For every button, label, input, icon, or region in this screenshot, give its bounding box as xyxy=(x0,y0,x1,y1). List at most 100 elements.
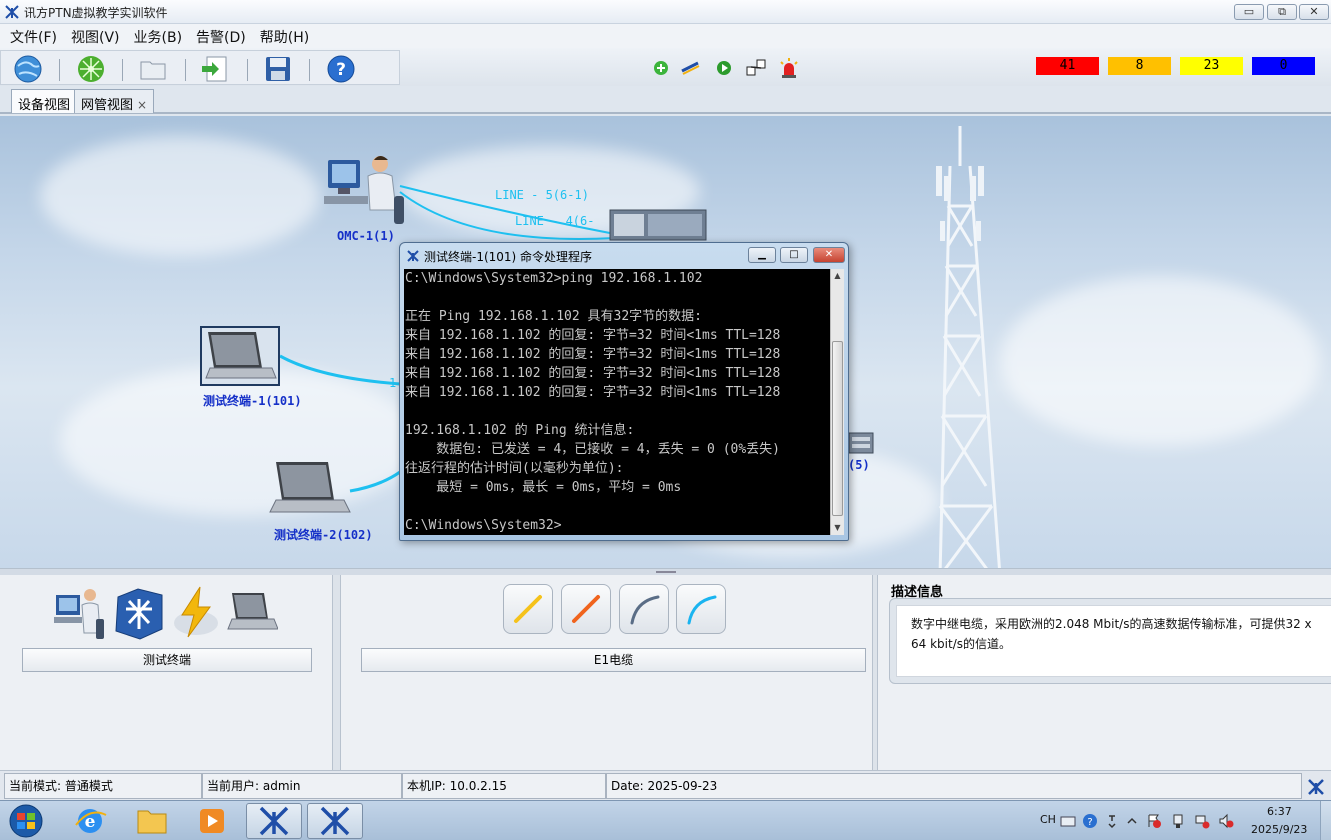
status-date: Date: 2025-09-23 xyxy=(606,773,1302,799)
panel-divider[interactable] xyxy=(872,575,878,770)
cmd-maximize-button[interactable]: □ xyxy=(780,247,808,263)
play-icon[interactable] xyxy=(713,57,735,79)
toolbar-main-group: ? xyxy=(0,50,400,85)
test-terminal-icon[interactable] xyxy=(226,591,278,635)
taskbar-ptn-app-2[interactable] xyxy=(307,803,363,839)
menu-bar: 文件(F) 视图(V) 业务(B) 告警(D) 帮助(H) xyxy=(0,24,1331,48)
export-icon[interactable] xyxy=(200,54,230,84)
console-line: C:\Windows\System32> xyxy=(405,518,562,533)
add-icon[interactable] xyxy=(650,57,672,79)
title-bar: 讯方PTN虚拟教学实训软件 ▭ ⧉ ✕ xyxy=(0,0,1331,24)
cable-icon xyxy=(630,595,660,625)
tab-device-view[interactable]: 设备视图 xyxy=(11,89,78,113)
ptn-device-icon[interactable] xyxy=(608,208,708,242)
globe-icon[interactable] xyxy=(13,54,43,84)
menu-alarm[interactable]: 告警(D) xyxy=(187,24,251,47)
volume-muted-icon[interactable] xyxy=(1218,813,1234,829)
menu-help[interactable]: 帮助(H) xyxy=(251,24,314,47)
taskbar-explorer[interactable] xyxy=(124,803,180,839)
save-icon[interactable] xyxy=(263,54,293,84)
folder-icon[interactable] xyxy=(138,54,168,84)
show-desktop-button[interactable] xyxy=(1320,801,1331,840)
minor-alarm-count[interactable]: 23 xyxy=(1180,57,1243,75)
toolbar-separator xyxy=(122,59,123,81)
bottom-panels: 测试终端 E1电缆 描述信息 数字中继电缆，采用欧洲的2.048 Mbit/s的… xyxy=(0,575,1331,770)
taskbar-ie[interactable]: e xyxy=(62,803,118,839)
taskbar-ptn-app[interactable] xyxy=(246,803,302,839)
ptn-device-icon[interactable] xyxy=(848,431,874,455)
device-caption: 测试终端 xyxy=(22,648,312,672)
usb-device-icon[interactable] xyxy=(1170,813,1186,829)
network-tool-icon[interactable] xyxy=(745,57,767,79)
toolbar-separator xyxy=(309,59,310,81)
clock-time[interactable]: 6:37 xyxy=(1267,805,1292,818)
network-status-icon[interactable] xyxy=(1194,813,1210,829)
terminal-1-label: 测试终端-1(101) xyxy=(203,394,302,408)
scrollbar-thumb[interactable] xyxy=(832,341,843,516)
omc-workstation-icon[interactable] xyxy=(322,152,408,228)
action-center-icon[interactable] xyxy=(1146,813,1162,829)
show-hidden-icons-icon[interactable] xyxy=(1124,813,1140,829)
menu-view[interactable]: 视图(V) xyxy=(62,24,125,47)
media-player-icon xyxy=(200,809,224,833)
ptn-switch-icon[interactable] xyxy=(112,585,166,641)
keyboard-icon[interactable] xyxy=(1060,813,1076,829)
splitter-grip[interactable] xyxy=(656,571,676,573)
critical-alarm-count[interactable]: 41 xyxy=(1036,57,1099,75)
status-user: 当前用户: admin xyxy=(202,773,402,799)
warning-alarm-count[interactable]: 0 xyxy=(1252,57,1315,75)
browser-icon: e xyxy=(75,809,107,833)
panel-splitter[interactable] xyxy=(0,568,1331,575)
command-window[interactable]: 测试终端-1(101) 命令处理程序 ▁ □ ✕ C:\Windows\Syst… xyxy=(399,242,849,541)
omc-node-label: OMC-1(1) xyxy=(337,229,395,243)
panel-divider[interactable] xyxy=(332,575,341,770)
start-button-icon[interactable] xyxy=(6,803,46,839)
cable-tool-icon[interactable] xyxy=(680,57,702,79)
menu-file[interactable]: 文件(F) xyxy=(0,24,62,47)
svg-text:?: ? xyxy=(1087,817,1092,828)
clock-date[interactable]: 2025/9/23 xyxy=(1251,823,1307,836)
omc-device-icon[interactable] xyxy=(52,585,108,641)
console-line: 来自 192.168.1.102 的回复: 字节=32 时间<1ms TTL=1… xyxy=(405,366,781,381)
tab-nms-view[interactable]: 网管视图 × xyxy=(74,89,155,113)
cable-orange-button[interactable] xyxy=(561,584,611,634)
console-scrollbar[interactable]: ▲ ▼ xyxy=(830,269,844,535)
minimize-button[interactable]: ▭ xyxy=(1234,4,1264,20)
tab-close-icon[interactable]: × xyxy=(137,98,147,112)
major-alarm-count[interactable]: 8 xyxy=(1108,57,1171,75)
scroll-down-arrow-icon[interactable]: ▼ xyxy=(831,521,844,535)
maximize-button[interactable]: ⧉ xyxy=(1267,4,1297,20)
cable-blue-button[interactable] xyxy=(676,584,726,634)
console-line: 192.168.1.102 的 Ping 统计信息: xyxy=(405,423,635,438)
console-output[interactable]: C:\Windows\System32>ping 192.168.1.102 正… xyxy=(404,269,830,535)
taskbar-media-player[interactable] xyxy=(184,803,240,839)
status-ip: 本机IP: 10.0.2.15 xyxy=(402,773,606,799)
cmd-minimize-button[interactable]: ▁ xyxy=(748,247,776,263)
cable-e1-yellow-button[interactable] xyxy=(503,584,553,634)
console-line: 往返行程的估计时间(以毫秒为单位): xyxy=(405,461,624,476)
close-button[interactable]: ✕ xyxy=(1299,4,1329,20)
console-line: 来自 192.168.1.102 的回复: 字节=32 时间<1ms TTL=1… xyxy=(405,328,781,343)
tray-options-icon[interactable] xyxy=(1104,813,1120,829)
console-line: 数据包: 已发送 = 4，已接收 = 4，丢失 = 0 (0%丢失) xyxy=(405,442,781,457)
tab-label: 网管视图 xyxy=(81,98,134,113)
cmd-close-button[interactable]: ✕ xyxy=(813,247,845,263)
alarm-light-icon[interactable] xyxy=(778,57,800,79)
cable-icon xyxy=(514,595,542,623)
link-label-partial: 1 xyxy=(389,376,397,390)
terminal-1-node[interactable] xyxy=(200,326,280,386)
cable-gray-button[interactable] xyxy=(619,584,669,634)
scroll-up-arrow-icon[interactable]: ▲ xyxy=(831,269,844,283)
ptn-node-label: (5) xyxy=(848,458,870,472)
menu-business[interactable]: 业务(B) xyxy=(125,24,188,47)
terminal-2-laptop-icon[interactable] xyxy=(268,460,352,520)
help-icon[interactable]: ? xyxy=(326,54,356,84)
folder-icon xyxy=(137,810,167,834)
cable-icon xyxy=(687,595,717,625)
lightning-icon[interactable] xyxy=(170,585,222,639)
input-language[interactable]: CH xyxy=(1040,813,1056,826)
cable-icon xyxy=(572,595,600,623)
network-icon[interactable] xyxy=(76,54,106,84)
help-icon[interactable]: ? xyxy=(1082,813,1098,829)
